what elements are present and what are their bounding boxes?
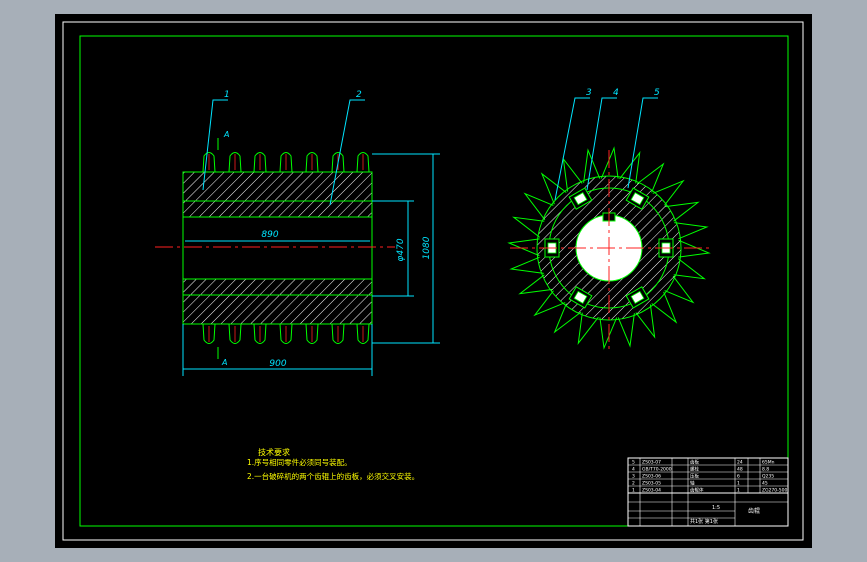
bom-cell: 4 bbox=[632, 467, 635, 473]
section-label-bottom: A bbox=[221, 358, 227, 367]
bore bbox=[182, 216, 373, 280]
cad-drawing-canvas: 890 900 φ470 1080 1 2 A A 3 4 5 技术要求 1.序… bbox=[0, 0, 867, 562]
bom-cell: 5 bbox=[632, 460, 635, 466]
notes-heading: 技术要求 bbox=[258, 447, 290, 457]
hub-lower-outer bbox=[182, 294, 373, 325]
dim-1080-text: 1080 bbox=[422, 236, 432, 259]
bom-cell: ZS03-07 bbox=[642, 460, 661, 466]
hub-upper-inner bbox=[182, 200, 373, 218]
part-label-3: 3 bbox=[586, 88, 592, 98]
bom-cell: 65Mn bbox=[762, 460, 775, 466]
dim-890-text: 890 bbox=[261, 230, 278, 240]
part-label-4: 4 bbox=[613, 88, 619, 98]
bom-cell: Q235 bbox=[762, 474, 774, 480]
dim-900-text: 900 bbox=[269, 359, 286, 369]
hub-lower-inner bbox=[182, 278, 373, 296]
bom-cell: 24 bbox=[737, 460, 743, 466]
drawing-scale: 1:5 bbox=[712, 505, 720, 511]
bom-cell: ZS03-05 bbox=[642, 481, 661, 487]
bom-cell: GB/T70-2000 bbox=[642, 467, 672, 473]
part-label-2: 2 bbox=[356, 90, 362, 100]
note-line-1: 1.序号相同零件必须同号装配。 bbox=[247, 457, 352, 467]
bom-cell: 45 bbox=[762, 481, 768, 487]
bom-cell: 48 bbox=[737, 467, 743, 473]
bom-cell: 轴 bbox=[690, 480, 695, 487]
bom-cell: 8.8 bbox=[762, 467, 769, 473]
bom-cell: 齿辊体 bbox=[690, 487, 704, 494]
drawing-title: 齿辊 bbox=[748, 507, 760, 515]
bom-cell: 1 bbox=[737, 481, 740, 487]
bom-cell: 压板 bbox=[690, 473, 699, 480]
bom-cell: 2 bbox=[632, 481, 635, 487]
bom-cell: ZS03-06 bbox=[642, 474, 661, 480]
hub-upper-outer bbox=[182, 171, 373, 202]
bom-cell: 齿板 bbox=[690, 459, 699, 466]
bom-cell: 3 bbox=[632, 474, 635, 480]
dim-470-text: φ470 bbox=[396, 238, 406, 261]
part-label-1: 1 bbox=[224, 90, 230, 100]
bom-cell: 6 bbox=[737, 474, 740, 480]
section-label-top: A bbox=[223, 130, 229, 139]
part-label-5: 5 bbox=[654, 88, 660, 98]
note-line-2: 2.一台破碎机的两个齿辊上的齿板，必须交叉安装。 bbox=[247, 471, 419, 481]
bom-cell: 螺栓 bbox=[690, 466, 699, 473]
drawing-sheet: 共1张 第1张 bbox=[690, 518, 718, 525]
